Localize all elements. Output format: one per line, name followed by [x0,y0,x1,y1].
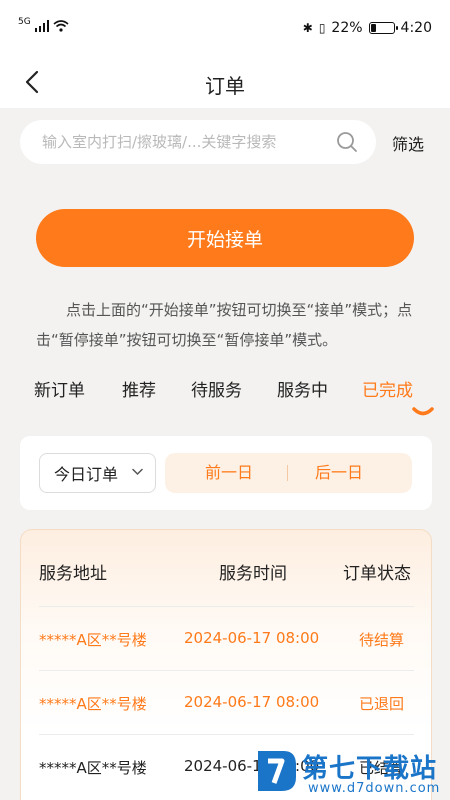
status-bar: 5G ✱ ▯ 22% 4:20 [0,0,450,58]
watermark-logo-icon [258,751,296,791]
battery-icon [368,22,398,34]
clock: 4:20 [400,20,432,36]
order-range-select[interactable]: 今日订单 [39,453,156,493]
column-header-address: 服务地址 [39,564,107,584]
order-range-value: 今日订单 [54,465,119,484]
row-status: 待结算 [359,631,405,649]
search-box [20,120,376,164]
previous-day-button[interactable]: 前一日 [205,453,253,493]
signal-icon [34,20,49,32]
search-input[interactable] [20,120,310,164]
tab-completed[interactable]: 已完成 [362,376,413,401]
network-type: 5G [18,16,31,27]
active-tab-indicator [412,407,434,416]
status-right: ✱ ▯ 22% 4:20 [303,20,432,36]
table-row[interactable]: *****A区**号楼 2024-06-17 08:00 待结算 [39,606,414,670]
row-address: *****A区**号楼 [39,695,147,713]
tab-recommended[interactable]: 推荐 [122,376,156,401]
vibrate-icon: ▯ [318,21,326,35]
tab-in-service[interactable]: 服务中 [277,376,328,401]
watermark-text: 第七下载站 [302,754,438,784]
row-time: 2024-06-17 08:00 [184,693,320,711]
bluetooth-icon: ✱ [302,21,313,35]
row-address: *****A区**号楼 [39,631,147,649]
start-accepting-orders-button[interactable]: 开始接单 [36,209,414,267]
page-title: 订单 [205,74,245,98]
battery-percent: 22% [331,20,363,36]
date-filter-card: 今日订单 前一日 后一日 [20,436,432,510]
row-time: 2024-06-17 08:00 [184,629,320,647]
search-icon[interactable] [336,131,358,153]
row-address: *****A区**号楼 [39,759,147,777]
status-left: 5G [18,16,69,32]
watermark-url: www.d7down.com [308,781,441,796]
column-header-status: 订单状态 [343,564,411,584]
tab-new-orders[interactable]: 新订单 [34,376,85,401]
tab-pending-service[interactable]: 待服务 [191,376,242,401]
divider [287,465,288,481]
day-switcher: 前一日 后一日 [165,453,412,493]
watermark: 第七下载站 www.d7down.com [252,745,450,800]
chevron-down-icon [132,468,143,476]
table-row[interactable]: *****A区**号楼 2024-06-17 08:00 已退回 [39,670,414,734]
filter-button[interactable]: 筛选 [392,131,424,155]
wifi-icon [53,20,69,32]
row-status: 已退回 [359,695,405,713]
next-day-button[interactable]: 后一日 [315,453,363,493]
nav-bar: 订单 [0,58,450,108]
mode-tip-text: 点击上面的“开始接单”按钮可切换至“接单”模式；点击“暂停接单”按钮可切换至“暂… [36,301,413,349]
column-header-time: 服务时间 [219,564,287,584]
order-tabs: 新订单 推荐 待服务 服务中 已完成 [34,376,434,426]
